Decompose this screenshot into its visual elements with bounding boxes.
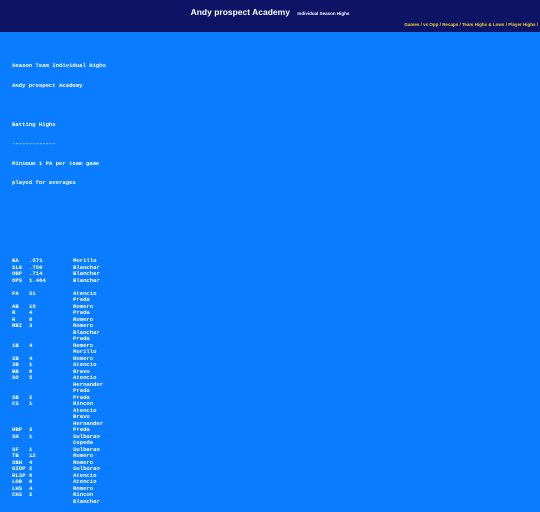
player-name: Blanchar: [73, 497, 100, 505]
page-header: Andy prospect Academy Individual Season …: [0, 0, 540, 18]
nav-bar: Games / vs Opp / Recaps / Team Highs & L…: [0, 18, 540, 32]
report-content: Season Team Individual Highs Andy prospe…: [0, 32, 540, 512]
nav-link-games[interactable]: Games: [404, 22, 419, 27]
page-subtitle: Individual Season Highs: [297, 11, 350, 16]
stats-list: BA .571 Morillo SLG .750 Blanchar OBP .714 Blanc…: [12, 257, 540, 506]
stat-name: OPS: [12, 276, 23, 284]
section-underline: -------------: [12, 140, 56, 147]
nav-separator: /: [536, 22, 538, 27]
nav-link-vs-opp[interactable]: vs Opp: [423, 22, 438, 27]
nav-link-team-highs-lows[interactable]: Team Highs & Lows: [462, 22, 504, 27]
minimum-note: Minimum 1 PA per team game: [12, 159, 100, 167]
stat-value: 1.464: [29, 276, 46, 284]
minimum-note-cont: played for averages: [12, 179, 76, 186]
team-name: Andy prospect Academy: [12, 81, 83, 89]
report-heading: Season Team Individual Highs: [12, 62, 106, 69]
stat-row: OPS 1.464 Blanchar: [12, 276, 540, 285]
stat-row: Blanchar: [12, 497, 540, 506]
nav-link-player-highs[interactable]: Player Highs: [508, 22, 535, 27]
section-title: Batting Highs: [12, 120, 56, 128]
nav-link-recaps[interactable]: Recaps: [442, 22, 458, 27]
player-name: Blanchar: [73, 276, 100, 284]
page-title: Andy prospect Academy: [190, 7, 290, 17]
